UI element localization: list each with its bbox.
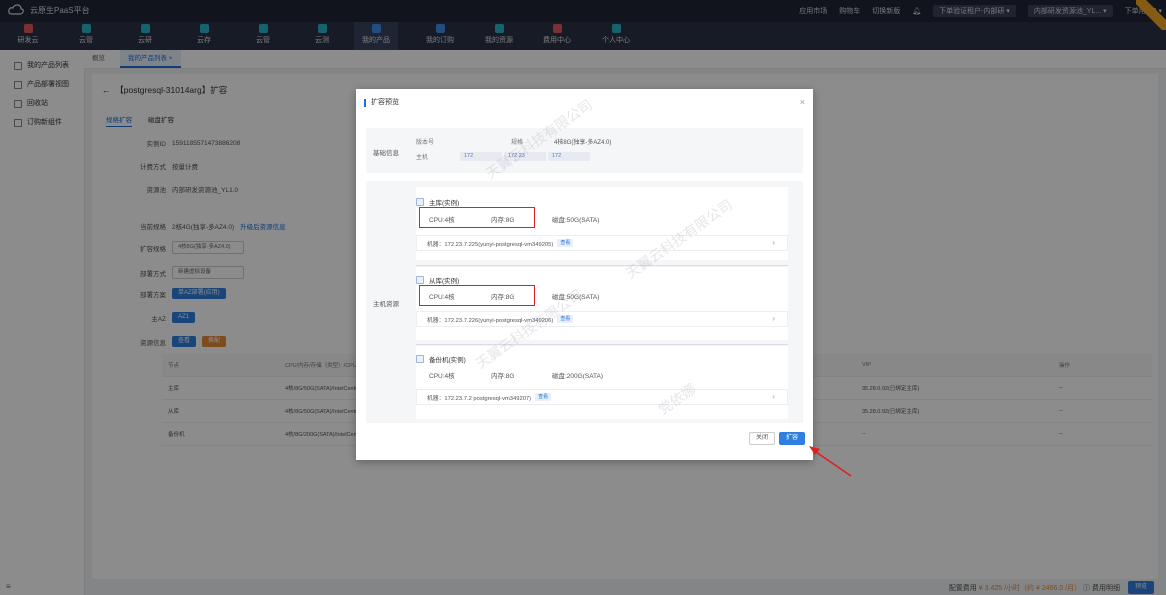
machine-row[interactable]: 机器：172.23.7.226(yunyi-postgresql-vm34920… — [416, 311, 788, 327]
node-name: 从库(实例) — [429, 278, 460, 285]
view-tag[interactable]: 查看 — [557, 315, 574, 323]
ip-value: 172 — [460, 152, 502, 161]
close-button[interactable]: 关闭 — [749, 432, 775, 445]
chevron-right-icon: › — [772, 238, 775, 247]
machine-text: 机器：172.23.7.226(yunyi-postgresql-vm34920… — [427, 317, 554, 324]
node-name: 备份机(实例) — [429, 357, 466, 364]
basic-info-section: 基础信息 版本号 规格 4核8G(独享-多AZ4.0) 主机 172 172.2… — [366, 128, 803, 173]
section-label: 基础信息 — [373, 150, 399, 157]
divider — [416, 265, 788, 266]
view-tag[interactable]: 查看 — [535, 393, 552, 401]
node-disk: 磁盘:50G(SATA) — [552, 217, 600, 224]
node-backup: 备份机(实例) CPU:4核 内存:8G 磁盘:200G(SATA) 机器：17… — [416, 346, 788, 419]
expand-confirm-button[interactable]: 扩容 — [779, 432, 805, 445]
version-label: 版本号 — [416, 140, 435, 146]
annotation-arrow-icon — [809, 446, 852, 477]
close-icon[interactable]: × — [800, 97, 805, 107]
view-tag[interactable]: 查看 — [557, 239, 574, 247]
ip-value: 172 — [548, 152, 590, 161]
node-icon — [416, 198, 424, 206]
host-resource-section: 主机资源 主库(实例) CPU:4核 内存:8G 磁盘:50G(SATA) 机器… — [366, 181, 803, 423]
chevron-right-icon: › — [772, 392, 775, 401]
machine-row[interactable]: 机器：172.23.7.225(yunyi-postgresql-vm34920… — [416, 235, 788, 251]
node-header: 主库(实例) — [416, 197, 459, 207]
node-mem: 内存:8G — [491, 373, 515, 380]
node-icon — [416, 276, 424, 284]
node-disk: 磁盘:200G(SATA) — [552, 373, 604, 380]
dialog-title: 扩容预览 — [364, 99, 399, 107]
machine-text: 机器：172.23.7.2 postgresql-vm349207) — [427, 395, 532, 402]
node-header: 从库(实例) — [416, 275, 459, 285]
expand-preview-dialog: 扩容预览 × 基础信息 版本号 规格 4核8G(独享-多AZ4.0) 主机 17… — [356, 89, 813, 460]
spec-value: 4核8G(独享-多AZ4.0) — [554, 140, 612, 146]
node-disk: 磁盘:50G(SATA) — [552, 294, 600, 301]
node-cpu: CPU:4核 — [429, 373, 455, 380]
node-header: 备份机(实例) — [416, 354, 466, 364]
spec-label: 规格 — [511, 140, 524, 146]
host-label: 主机 — [416, 155, 429, 161]
divider — [416, 344, 788, 345]
machine-row[interactable]: 机器：172.23.7.2 postgresql-vm349207) 查看 › — [416, 389, 788, 405]
highlight-box — [419, 207, 535, 228]
node-name: 主库(实例) — [429, 200, 460, 207]
section-label: 主机资源 — [373, 301, 399, 308]
ip-value: 172.23 — [504, 152, 546, 161]
node-replica: 从库(实例) CPU:4核 内存:8G 磁盘:50G(SATA) 机器：172.… — [416, 267, 788, 340]
chevron-right-icon: › — [772, 314, 775, 323]
node-primary: 主库(实例) CPU:4核 内存:8G 磁盘:50G(SATA) 机器：172.… — [416, 187, 788, 260]
node-icon — [416, 355, 424, 363]
machine-text: 机器：172.23.7.225(yunyi-postgresql-vm34920… — [427, 241, 554, 248]
highlight-box — [419, 285, 535, 306]
